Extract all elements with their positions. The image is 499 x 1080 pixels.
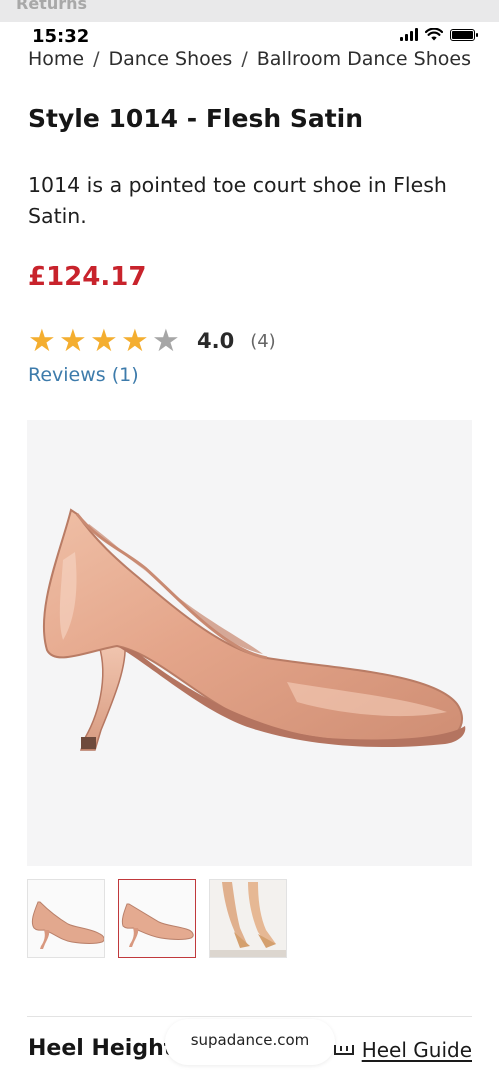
thumbnail-strip [27,879,287,958]
star-filled-icon: ★ [90,323,118,359]
star-filled-icon: ★ [59,323,87,359]
star-empty-icon: ★ [152,323,180,359]
product-price: £124.17 [28,262,147,292]
thumb-feet-image [210,880,286,957]
star-filled-icon: ★ [28,323,56,359]
thumb-shoe-image [121,903,194,947]
status-time: 15:32 [32,26,90,47]
returns-banner[interactable]: Returns [0,0,499,22]
status-icons [400,28,478,41]
heel-guide-link[interactable]: Heel Guide [333,1038,472,1062]
thumb-side-left[interactable] [27,879,105,958]
breadcrumb-ballroom-dance-shoes[interactable]: Ballroom Dance Shoes [257,48,471,70]
breadcrumb-separator: / [93,48,100,70]
product-description: 1014 is a pointed toe court shoe in Fles… [28,173,447,228]
breadcrumb: Home / Dance Shoes / Ballroom Dance Shoes [28,48,499,70]
thumb-side-right[interactable] [118,879,196,958]
rating-count: (4) [250,330,276,352]
returns-label: Returns [16,0,88,13]
status-bar: 15:32 [0,22,499,50]
breadcrumb-dance-shoes[interactable]: Dance Shoes [109,48,233,70]
heel-guide-label: Heel Guide [361,1038,472,1062]
court-shoe-image [42,508,466,751]
rating-value: 4.0 [197,329,235,353]
rating-summary: ★ ★ ★ ★ ★ 4.0 (4) [28,325,276,357]
star-filled-icon: ★ [121,323,149,359]
heel-height-heading: Heel Height [28,1036,175,1061]
product-title: Style 1014 - Flesh Satin [28,104,364,133]
breadcrumb-home[interactable]: Home [28,48,84,70]
wifi-icon [425,28,443,41]
reviews-link[interactable]: Reviews (1) [28,364,139,386]
thumb-dancer-feet[interactable] [209,879,287,958]
product-image[interactable] [27,420,472,866]
section-divider [27,1016,472,1017]
ruler-icon [333,1045,354,1055]
battery-icon [450,28,478,41]
thumb-shoe-image [31,901,104,949]
breadcrumb-separator: / [241,48,248,70]
rating-stars: ★ ★ ★ ★ ★ [28,325,183,357]
cellular-signal-icon [400,28,418,41]
url-pill[interactable]: supadance.com [165,1019,335,1065]
